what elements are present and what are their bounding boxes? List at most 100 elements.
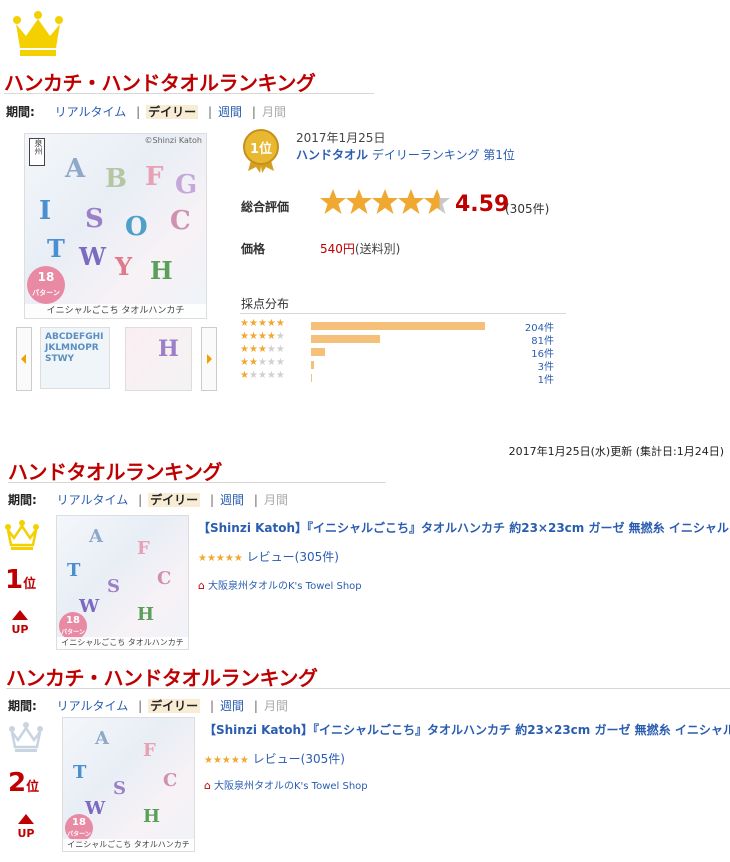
period-separator: | bbox=[138, 699, 143, 713]
rank-description: ハンドタオル デイリーランキング 第1位 bbox=[296, 146, 515, 163]
period-separator: | bbox=[253, 493, 258, 507]
shop-name: 大阪泉州タオルのK's Towel Shop bbox=[207, 581, 362, 592]
product-title-link[interactable]: 【Shinzi Katoh】『イニシャルごこち』タオルハンカチ 約23×23cm… bbox=[198, 519, 730, 536]
rating-value: 4.59 bbox=[455, 192, 510, 217]
distribution-chart: ★★★★★ 204件 ★★★★★ 81件 ★★★★★ 16件 ★★★★★ 3件 ★★★★★ 1件 bbox=[240, 318, 566, 390]
arrow-up-icon bbox=[18, 814, 34, 824]
period-separator: | bbox=[253, 699, 258, 713]
review-row: ★★★★★ レビュー(305件) bbox=[198, 548, 339, 565]
pattern-unit: パターン bbox=[67, 831, 91, 838]
period-realtime-link[interactable]: リアルタイム bbox=[57, 699, 129, 713]
period-monthly-disabled: 月間 bbox=[261, 105, 286, 119]
shop-link[interactable]: ⌂ 大阪泉州タオルのK's Towel Shop bbox=[198, 577, 362, 592]
rank-unit: 位 bbox=[23, 577, 37, 592]
trend-label: UP bbox=[17, 827, 35, 840]
pattern-unit: パターン bbox=[32, 289, 60, 297]
title-divider bbox=[6, 688, 730, 689]
distribution-bar bbox=[311, 348, 325, 356]
review-row: ★★★★★ レビュー(305件) bbox=[204, 750, 345, 767]
period-separator: | bbox=[251, 105, 256, 119]
period-label: 期間: bbox=[6, 105, 35, 119]
rank-up-indicator: UP bbox=[14, 814, 38, 840]
rank-value: 2 bbox=[8, 768, 27, 798]
distribution-stars: ★★★★★ bbox=[240, 318, 285, 329]
arrow-up-icon bbox=[12, 610, 28, 620]
shop-name: 大阪泉州タオルのK's Towel Shop bbox=[213, 781, 368, 792]
shop-link[interactable]: ⌂ 大阪泉州タオルのK's Towel Shop bbox=[204, 777, 368, 792]
price-value: 540円 bbox=[320, 242, 355, 256]
watermark: ©Shinzi Katoh bbox=[144, 136, 202, 145]
distribution-bar bbox=[311, 335, 380, 343]
period-realtime-link[interactable]: リアルタイム bbox=[55, 105, 127, 119]
product-image[interactable]: A F T S C W H 18 パターン イニシャルごこち タオルハンカチ bbox=[56, 515, 189, 650]
section-title: ハンドタオルランキング bbox=[8, 460, 222, 484]
section-title: ハンカチ・ハンドタオルランキング bbox=[6, 666, 318, 690]
period-monthly-disabled: 月間 bbox=[263, 699, 288, 713]
title-divider bbox=[8, 482, 386, 483]
shop-home-icon: ⌂ bbox=[198, 579, 205, 592]
pattern-count: 18 bbox=[72, 817, 86, 828]
distribution-count[interactable]: 1件 bbox=[514, 371, 554, 386]
period-weekly-link[interactable]: 週間 bbox=[220, 699, 244, 713]
period-daily-selected[interactable]: デイリー bbox=[148, 699, 201, 713]
image-caption: イニシャルごこち タオルハンカチ bbox=[57, 637, 188, 649]
ranking-link[interactable]: デイリーランキング 第1位 bbox=[372, 148, 515, 162]
rank-unit: 位 bbox=[26, 780, 40, 795]
distribution-stars: ★★★★★ bbox=[240, 357, 285, 368]
distribution-bar bbox=[311, 374, 312, 382]
title-divider bbox=[4, 93, 374, 94]
category-link[interactable]: ハンドタオル bbox=[296, 148, 368, 162]
gold-crown-icon bbox=[4, 520, 40, 552]
rating-stars bbox=[320, 186, 450, 216]
thumbnail-letters[interactable]: ABCDEFGHIJKLMNOPRSTWY bbox=[40, 327, 110, 389]
pattern-unit: パターン bbox=[61, 629, 85, 636]
section-title: ハンカチ・ハンドタオルランキング bbox=[4, 71, 316, 95]
rank-up-indicator: UP bbox=[8, 610, 32, 636]
period-selector: 期間: リアルタイム | デイリー | 週間 | 月間 bbox=[6, 103, 286, 120]
image-caption: イニシャルごこち タオルハンカチ bbox=[63, 839, 194, 851]
distribution-stars: ★★★★★ bbox=[240, 344, 285, 355]
price-note: (送料別) bbox=[354, 242, 401, 256]
distribution-bar bbox=[311, 361, 314, 369]
distribution-divider bbox=[240, 313, 566, 314]
thumb-next-button[interactable] bbox=[201, 327, 217, 391]
thumbnail-towel[interactable]: H bbox=[125, 327, 192, 391]
chevron-right-icon bbox=[207, 354, 212, 364]
chevron-left-icon bbox=[21, 354, 26, 364]
period-realtime-link[interactable]: リアルタイム bbox=[57, 493, 129, 507]
product-image[interactable]: A F T S C W H 18 パターン イニシャルごこち タオルハンカチ bbox=[62, 717, 195, 852]
rank-value: 1 bbox=[5, 565, 24, 595]
distribution-title: 採点分布 bbox=[241, 297, 290, 311]
review-link[interactable]: レビュー(305件) bbox=[247, 550, 339, 564]
period-daily-selected[interactable]: デイリー bbox=[148, 493, 201, 507]
period-separator: | bbox=[210, 493, 215, 507]
review-link[interactable]: レビュー(305件) bbox=[253, 752, 345, 766]
pattern-badge: 18 パターン bbox=[27, 266, 65, 304]
pattern-badge: 18 パターン bbox=[59, 612, 87, 640]
rank-medal-icon: 1位 bbox=[238, 127, 284, 173]
price: 540円(送料別) bbox=[320, 240, 400, 257]
gold-crown-icon bbox=[12, 10, 64, 58]
trend-label: UP bbox=[11, 623, 29, 636]
pattern-badge: 18 パターン bbox=[65, 814, 93, 842]
product-main-image[interactable]: 泉州 ©Shinzi Katoh A B F G I S O C T W Y H… bbox=[24, 133, 207, 319]
review-count[interactable]: (305件) bbox=[505, 200, 549, 217]
rank-number: 1位 bbox=[5, 565, 36, 595]
rank-number: 2位 bbox=[8, 768, 39, 798]
period-daily-selected[interactable]: デイリー bbox=[146, 105, 199, 119]
period-label: 期間: bbox=[8, 493, 37, 507]
thumb-prev-button[interactable] bbox=[16, 327, 32, 391]
period-weekly-link[interactable]: 週間 bbox=[220, 493, 244, 507]
product-title-link[interactable]: 【Shinzi Katoh】『イニシャルごこち』タオルハンカチ 約23×23cm… bbox=[204, 721, 730, 738]
period-monthly-disabled: 月間 bbox=[263, 493, 288, 507]
period-weekly-link[interactable]: 週間 bbox=[218, 105, 242, 119]
period-separator: | bbox=[138, 493, 143, 507]
rating-label: 総合評価 bbox=[241, 200, 290, 214]
rank-date: 2017年1月25日 bbox=[296, 131, 386, 145]
distribution-bar bbox=[311, 322, 485, 330]
brand-mark: 泉州 bbox=[29, 138, 45, 166]
rating-stars: ★★★★★ bbox=[198, 553, 243, 564]
rank-medal-label: 1位 bbox=[249, 142, 273, 157]
pattern-count: 18 bbox=[37, 270, 55, 284]
updated-text: 2017年1月25日(水)更新 (集計日:1月24日) bbox=[508, 445, 724, 458]
